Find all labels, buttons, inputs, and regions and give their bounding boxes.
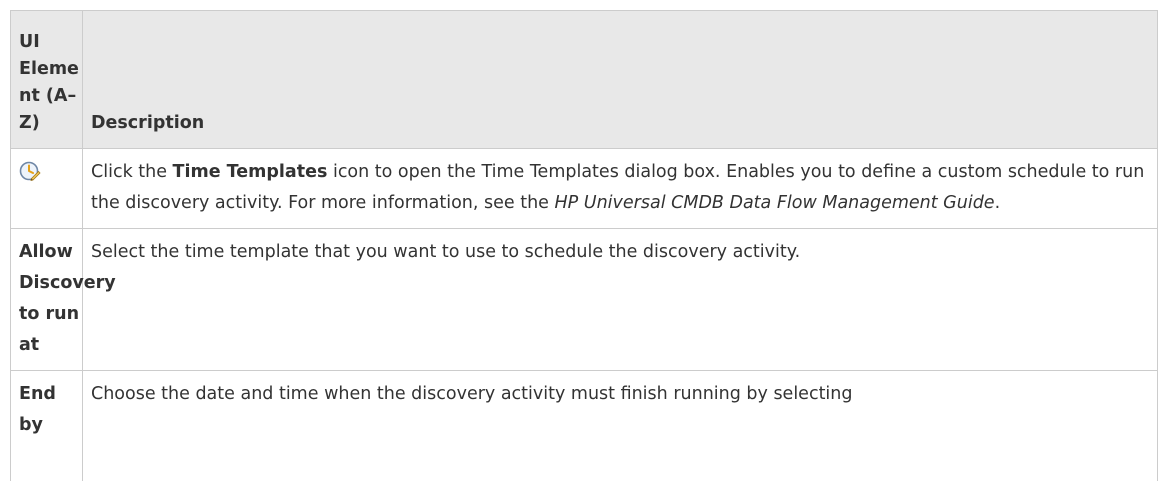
ui-element-cell xyxy=(10,148,83,229)
ui-element-cell: End by xyxy=(10,370,83,481)
time-templates-label: Time Templates xyxy=(172,162,328,182)
table-row: End by Choose the date and time when the… xyxy=(10,370,1158,481)
description-text: Click the xyxy=(91,162,173,182)
table-row: Click the Time Templates icon to open th… xyxy=(10,148,1158,229)
table-row: Allow Discovery to run at Select the tim… xyxy=(10,228,1158,371)
header-description: Description xyxy=(82,10,1158,149)
guide-reference: HP Universal CMDB Data Flow Management G… xyxy=(554,193,995,213)
time-templates-icon[interactable] xyxy=(19,161,41,183)
description-cell: Click the Time Templates icon to open th… xyxy=(82,148,1158,229)
ui-element-cell: Allow Discovery to run at xyxy=(10,228,116,371)
header-ui-element: UI Element (A–Z) xyxy=(10,10,83,149)
table-header-row: UI Element (A–Z) Description xyxy=(10,10,1158,149)
description-cell: Choose the date and time when the discov… xyxy=(82,370,1158,481)
description-text: . xyxy=(994,193,1001,213)
description-cell: Select the time template that you want t… xyxy=(82,228,1158,371)
ui-elements-table: UI Element (A–Z) Description Click the T… xyxy=(10,10,1158,481)
